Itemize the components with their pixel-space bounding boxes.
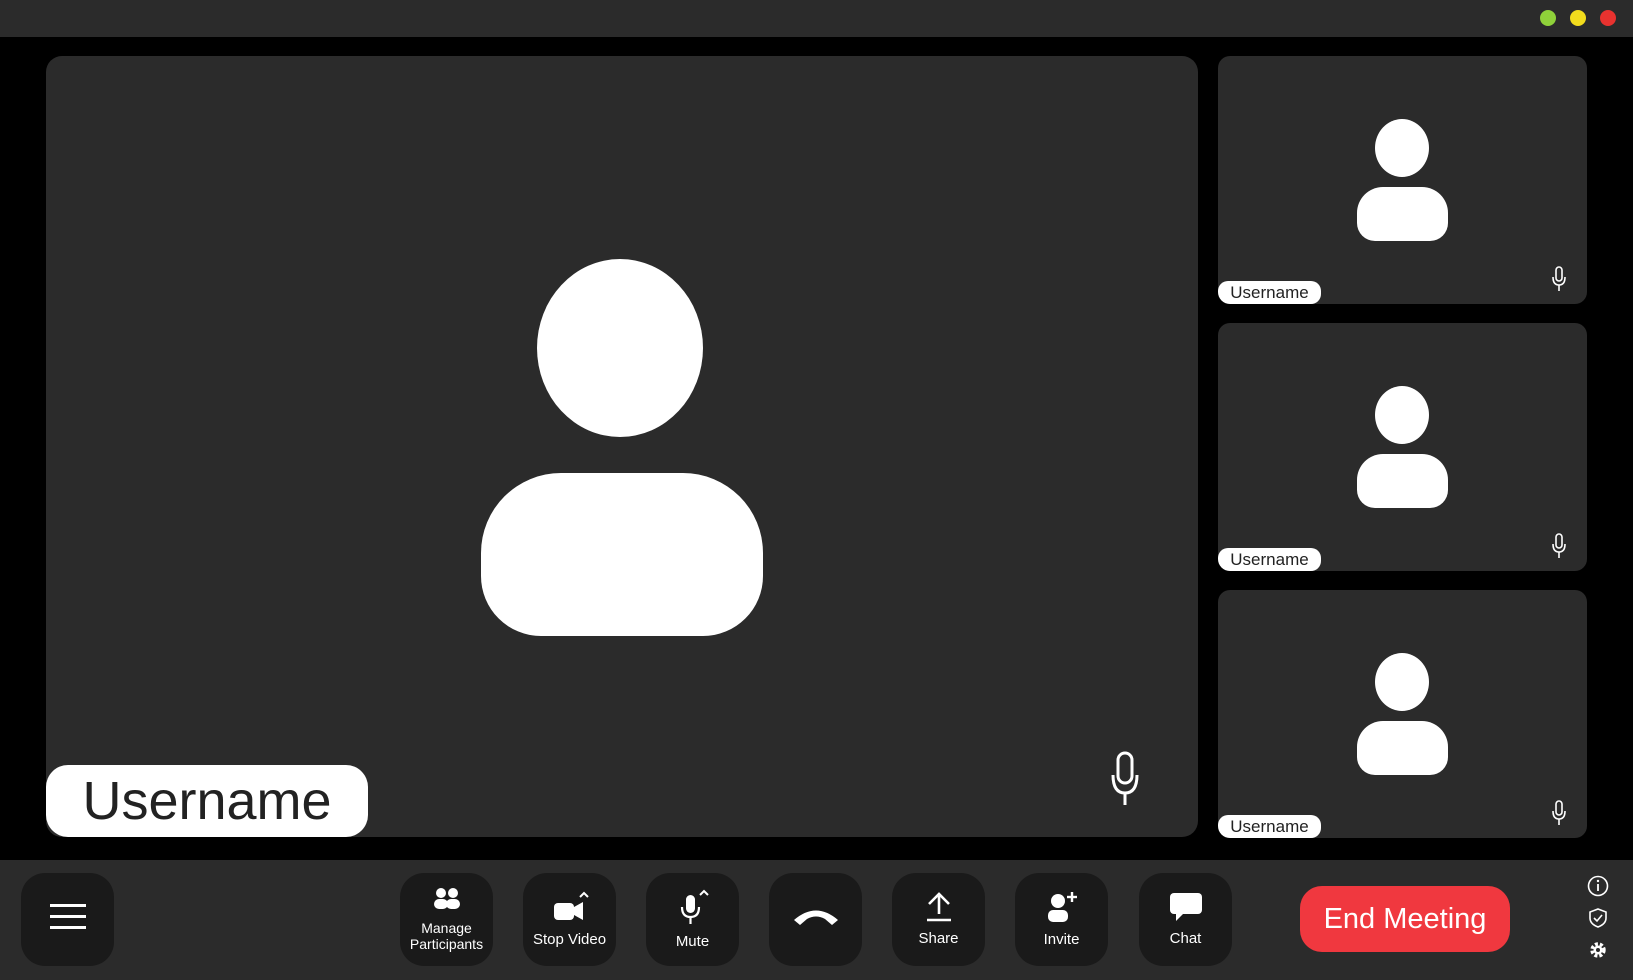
stop-video-button[interactable]: Stop Video	[523, 873, 616, 966]
avatar-body	[1357, 187, 1448, 241]
share-label: Share	[918, 930, 959, 947]
end-meeting-button[interactable]: End Meeting	[1300, 886, 1510, 952]
window-close-button[interactable]	[1600, 10, 1616, 26]
main-video-tile[interactable]: Username	[46, 56, 1198, 837]
invite-label: Invite	[1043, 931, 1080, 948]
shield-icon[interactable]	[1585, 905, 1611, 931]
participant-tile[interactable]: Username	[1218, 56, 1587, 304]
avatar-body	[481, 473, 763, 636]
chat-label: Chat	[1169, 930, 1202, 947]
chat-button[interactable]: Chat	[1139, 873, 1232, 966]
hamburger-menu-icon	[49, 902, 86, 937]
avatar-body	[1357, 721, 1448, 775]
share-button[interactable]: Share	[892, 873, 985, 966]
manage-participants-label: Manage Participants	[409, 920, 484, 952]
avatar-head	[1375, 653, 1429, 711]
participants-icon	[432, 887, 462, 916]
manage-participants-button[interactable]: Manage Participants	[400, 873, 493, 966]
microphone-icon[interactable]	[1552, 533, 1566, 564]
avatar-head	[1375, 386, 1429, 444]
participant-username: Username	[1230, 549, 1309, 569]
window-minimize-button[interactable]	[1540, 10, 1556, 26]
participant-username-tag: Username	[1218, 815, 1321, 838]
mute-label: Mute	[675, 933, 710, 950]
avatar-body	[1357, 454, 1448, 508]
info-icon[interactable]	[1585, 873, 1611, 899]
microphone-icon[interactable]	[1552, 266, 1566, 297]
video-camera-icon	[550, 891, 590, 928]
participant-username-tag: Username	[1218, 281, 1321, 304]
participant-username: Username	[1230, 816, 1309, 836]
microphone-icon[interactable]	[1552, 800, 1566, 831]
video-meeting-window: Username Username Username Username Mana…	[0, 0, 1633, 980]
mute-button[interactable]: Mute	[646, 873, 739, 966]
participant-username-tag: Username	[1218, 548, 1321, 571]
avatar-head	[537, 259, 703, 437]
participant-username: Username	[1230, 282, 1309, 302]
stop-video-label: Stop Video	[532, 931, 607, 948]
avatar-head	[1375, 119, 1429, 177]
share-upload-icon	[925, 892, 953, 927]
phone-hangup-icon	[792, 907, 840, 932]
menu-button[interactable]	[21, 873, 114, 966]
gear-icon[interactable]	[1585, 937, 1611, 963]
chat-bubble-icon	[1169, 892, 1203, 927]
window-maximize-button[interactable]	[1570, 10, 1586, 26]
microphone-icon[interactable]	[1110, 751, 1140, 812]
hangup-button[interactable]	[769, 873, 862, 966]
invite-button[interactable]: Invite	[1015, 873, 1108, 966]
participant-tile[interactable]: Username	[1218, 590, 1587, 838]
microphone-icon	[676, 889, 710, 930]
main-username: Username	[82, 771, 332, 831]
main-username-tag: Username	[46, 765, 368, 837]
title-bar	[0, 0, 1633, 37]
participant-tile[interactable]: Username	[1218, 323, 1587, 571]
end-meeting-label: End Meeting	[1323, 902, 1487, 935]
add-user-icon	[1045, 891, 1079, 928]
